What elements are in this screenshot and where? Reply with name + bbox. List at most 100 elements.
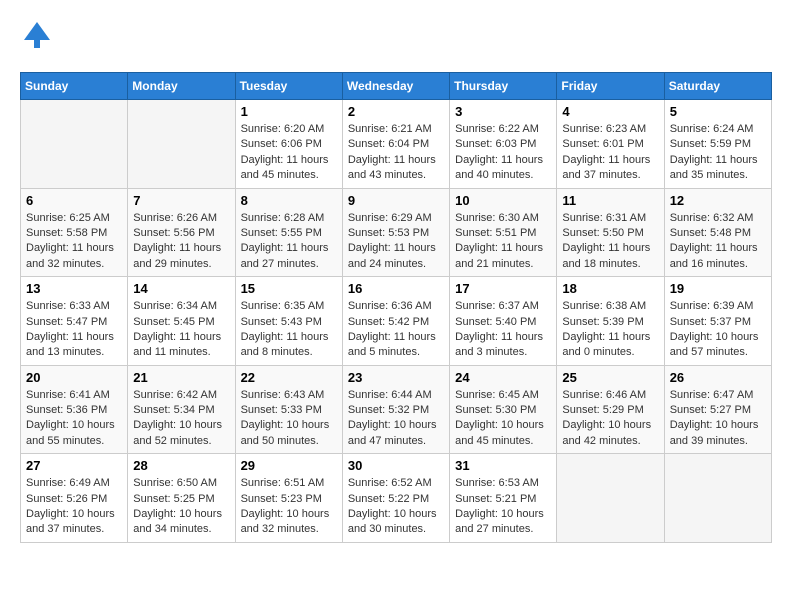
- day-number: 20: [26, 370, 122, 385]
- day-number: 24: [455, 370, 551, 385]
- day-number: 16: [348, 281, 444, 296]
- day-number: 7: [133, 193, 229, 208]
- calendar-week-row: 1 Sunrise: 6:20 AMSunset: 6:06 PMDaylight…: [21, 100, 772, 189]
- day-number: 4: [562, 104, 658, 119]
- calendar-cell: [128, 100, 235, 189]
- day-info: Sunrise: 6:28 AMSunset: 5:55 PMDaylight:…: [241, 211, 337, 273]
- day-info: Sunrise: 6:20 AMSunset: 6:06 PMDaylight:…: [241, 122, 337, 184]
- calendar-week-row: 13Sunrise: 6:33 AMSunset: 5:47 PMDayligh…: [21, 277, 772, 366]
- day-number: 17: [455, 281, 551, 296]
- day-of-week-header: Thursday: [450, 73, 557, 100]
- calendar-cell: 22 Sunrise: 6:43 AMSunset: 5:33 PMDayligh…: [235, 365, 342, 454]
- day-info: Sunrise: 6:26 AMSunset: 5:56 PMDaylight:…: [133, 211, 229, 273]
- page-header: [20, 20, 772, 56]
- calendar-cell: 9Sunrise: 6:29 AMSunset: 5:53 PMDaylight…: [342, 188, 449, 277]
- day-info: Sunrise: 6:35 AMSunset: 5:43 PMDaylight:…: [241, 299, 337, 361]
- day-info: Sunrise: 6:36 AMSunset: 5:42 PMDaylight:…: [348, 299, 444, 361]
- calendar-week-row: 20 Sunrise: 6:41 AMSunset: 5:36 PMDayligh…: [21, 365, 772, 454]
- day-info: Sunrise: 6:32 AMSunset: 5:48 PMDaylight:…: [670, 211, 766, 273]
- day-of-week-header: Friday: [557, 73, 664, 100]
- calendar-cell: 15 Sunrise: 6:35 AMSunset: 5:43 PMDayligh…: [235, 277, 342, 366]
- day-info: Sunrise: 6:24 AMSunset: 5:59 PMDaylight:…: [670, 122, 766, 184]
- calendar-cell: 21 Sunrise: 6:42 AMSunset: 5:34 PMDayligh…: [128, 365, 235, 454]
- day-info: Sunrise: 6:42 AMSunset: 5:34 PMDaylight:…: [133, 388, 229, 450]
- calendar-cell: 18 Sunrise: 6:38 AMSunset: 5:39 PMDayligh…: [557, 277, 664, 366]
- day-info: Sunrise: 6:23 AMSunset: 6:01 PMDaylight:…: [562, 122, 658, 184]
- day-info: Sunrise: 6:49 AMSunset: 5:26 PMDaylight:…: [26, 476, 122, 538]
- calendar-cell: 29 Sunrise: 6:51 AMSunset: 5:23 PMDayligh…: [235, 454, 342, 543]
- calendar-week-row: 27 Sunrise: 6:49 AMSunset: 5:26 PMDayligh…: [21, 454, 772, 543]
- day-number: 19: [670, 281, 766, 296]
- day-number: 31: [455, 458, 551, 473]
- day-info: Sunrise: 6:22 AMSunset: 6:03 PMDaylight:…: [455, 122, 551, 184]
- calendar-cell: 31 Sunrise: 6:53 AMSunset: 5:21 PMDayligh…: [450, 454, 557, 543]
- day-info: Sunrise: 6:52 AMSunset: 5:22 PMDaylight:…: [348, 476, 444, 538]
- day-info: Sunrise: 6:47 AMSunset: 5:27 PMDaylight:…: [670, 388, 766, 450]
- day-number: 2: [348, 104, 444, 119]
- day-number: 14: [133, 281, 229, 296]
- day-number: 29: [241, 458, 337, 473]
- day-info: Sunrise: 6:43 AMSunset: 5:33 PMDaylight:…: [241, 388, 337, 450]
- calendar-cell: 17Sunrise: 6:37 AMSunset: 5:40 PMDayligh…: [450, 277, 557, 366]
- day-number: 26: [670, 370, 766, 385]
- day-number: 27: [26, 458, 122, 473]
- calendar-header-row: SundayMondayTuesdayWednesdayThursdayFrid…: [21, 73, 772, 100]
- day-number: 22: [241, 370, 337, 385]
- day-info: Sunrise: 6:30 AMSunset: 5:51 PMDaylight:…: [455, 211, 551, 273]
- calendar-cell: 20 Sunrise: 6:41 AMSunset: 5:36 PMDayligh…: [21, 365, 128, 454]
- calendar-cell: 26 Sunrise: 6:47 AMSunset: 5:27 PMDayligh…: [664, 365, 771, 454]
- calendar-cell: 19 Sunrise: 6:39 AMSunset: 5:37 PMDayligh…: [664, 277, 771, 366]
- calendar-cell: 23 Sunrise: 6:44 AMSunset: 5:32 PMDayligh…: [342, 365, 449, 454]
- day-info: Sunrise: 6:38 AMSunset: 5:39 PMDaylight:…: [562, 299, 658, 361]
- calendar-cell: 30 Sunrise: 6:52 AMSunset: 5:22 PMDayligh…: [342, 454, 449, 543]
- calendar-cell: 4 Sunrise: 6:23 AMSunset: 6:01 PMDaylight…: [557, 100, 664, 189]
- day-number: 12: [670, 193, 766, 208]
- day-info: Sunrise: 6:45 AMSunset: 5:30 PMDaylight:…: [455, 388, 551, 450]
- calendar-cell: 5 Sunrise: 6:24 AMSunset: 5:59 PMDaylight…: [664, 100, 771, 189]
- day-number: 8: [241, 193, 337, 208]
- day-of-week-header: Tuesday: [235, 73, 342, 100]
- day-number: 23: [348, 370, 444, 385]
- day-number: 28: [133, 458, 229, 473]
- day-info: Sunrise: 6:29 AMSunset: 5:53 PMDaylight:…: [348, 211, 444, 273]
- logo-icon: [22, 20, 52, 50]
- day-number: 3: [455, 104, 551, 119]
- day-info: Sunrise: 6:44 AMSunset: 5:32 PMDaylight:…: [348, 388, 444, 450]
- calendar-cell: 11Sunrise: 6:31 AMSunset: 5:50 PMDayligh…: [557, 188, 664, 277]
- day-info: Sunrise: 6:50 AMSunset: 5:25 PMDaylight:…: [133, 476, 229, 538]
- day-number: 25: [562, 370, 658, 385]
- day-info: Sunrise: 6:41 AMSunset: 5:36 PMDaylight:…: [26, 388, 122, 450]
- calendar-cell: [557, 454, 664, 543]
- calendar-cell: [21, 100, 128, 189]
- day-number: 6: [26, 193, 122, 208]
- day-number: 5: [670, 104, 766, 119]
- calendar-cell: 10 Sunrise: 6:30 AMSunset: 5:51 PMDayligh…: [450, 188, 557, 277]
- day-info: Sunrise: 6:51 AMSunset: 5:23 PMDaylight:…: [241, 476, 337, 538]
- day-number: 30: [348, 458, 444, 473]
- day-number: 10: [455, 193, 551, 208]
- calendar-cell: 3 Sunrise: 6:22 AMSunset: 6:03 PMDaylight…: [450, 100, 557, 189]
- day-number: 11: [562, 193, 658, 208]
- day-info: Sunrise: 6:39 AMSunset: 5:37 PMDaylight:…: [670, 299, 766, 361]
- day-number: 13: [26, 281, 122, 296]
- day-number: 15: [241, 281, 337, 296]
- calendar-cell: 25Sunrise: 6:46 AMSunset: 5:29 PMDayligh…: [557, 365, 664, 454]
- calendar-cell: 13Sunrise: 6:33 AMSunset: 5:47 PMDayligh…: [21, 277, 128, 366]
- day-number: 18: [562, 281, 658, 296]
- day-of-week-header: Sunday: [21, 73, 128, 100]
- calendar-cell: 28 Sunrise: 6:50 AMSunset: 5:25 PMDayligh…: [128, 454, 235, 543]
- day-of-week-header: Monday: [128, 73, 235, 100]
- day-info: Sunrise: 6:25 AMSunset: 5:58 PMDaylight:…: [26, 211, 122, 273]
- calendar-table: SundayMondayTuesdayWednesdayThursdayFrid…: [20, 72, 772, 543]
- day-number: 1: [241, 104, 337, 119]
- day-info: Sunrise: 6:21 AMSunset: 6:04 PMDaylight:…: [348, 122, 444, 184]
- calendar-cell: 27 Sunrise: 6:49 AMSunset: 5:26 PMDayligh…: [21, 454, 128, 543]
- calendar-cell: 1 Sunrise: 6:20 AMSunset: 6:06 PMDaylight…: [235, 100, 342, 189]
- calendar-cell: 6 Sunrise: 6:25 AMSunset: 5:58 PMDaylight…: [21, 188, 128, 277]
- day-info: Sunrise: 6:53 AMSunset: 5:21 PMDaylight:…: [455, 476, 551, 538]
- calendar-cell: 12 Sunrise: 6:32 AMSunset: 5:48 PMDayligh…: [664, 188, 771, 277]
- day-of-week-header: Saturday: [664, 73, 771, 100]
- day-info: Sunrise: 6:34 AMSunset: 5:45 PMDaylight:…: [133, 299, 229, 361]
- day-number: 21: [133, 370, 229, 385]
- calendar-cell: [664, 454, 771, 543]
